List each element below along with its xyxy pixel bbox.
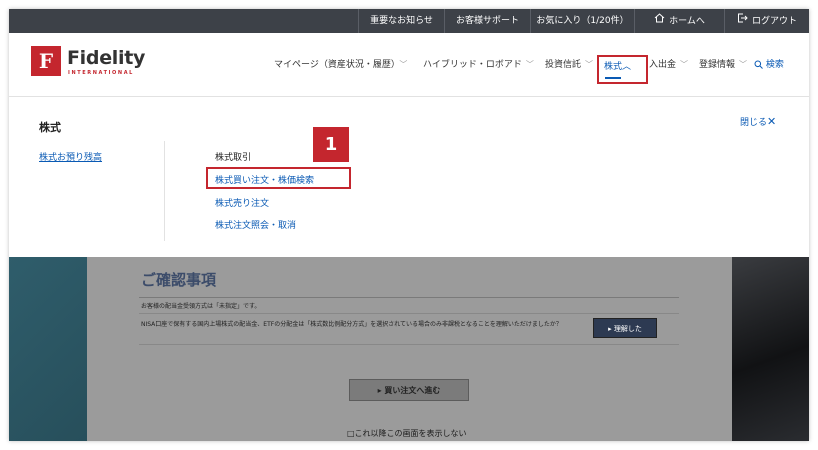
nav-deposit-label: 入出金 [649, 60, 677, 70]
nav-hybrid-label: ハイブリッド・ロボアド [423, 60, 522, 70]
stocks-mega-menu: 株式 閉じる✕ 株式お預り残高 株式取引 株式買い注文・株価検索 株式売り注文 … [9, 97, 809, 257]
chevron-down-icon: ﹀ [585, 60, 594, 69]
dimmed-background: ご確認事項 お客様の配当金受領方式は「未指定」です。 NISA口座で保有する国内… [9, 257, 809, 441]
nav-mypage-label: マイページ（資産状況・履歴） [274, 60, 396, 70]
logo-subtitle: INTERNATIONAL [68, 70, 134, 76]
browser-frame: 重要なお知らせ お客様サポート お気に入り（1/20件） ホームへ ログアウト … [9, 9, 809, 441]
chevron-down-icon: ﹀ [739, 60, 748, 69]
nav-mypage[interactable]: マイページ（資産状況・履歴） ﹀ [274, 33, 407, 97]
background-image-right [732, 257, 809, 441]
stock-order-inquiry-link[interactable]: 株式注文照会・取消 [215, 218, 296, 231]
confirmation-title: ご確認事項 [141, 271, 217, 289]
chevron-up-icon: ︿ [622, 62, 632, 72]
customer-support-link[interactable]: お客様サポート [444, 9, 530, 33]
dont-show-again-checkbox[interactable]: □これ以降この画面を表示しない [347, 428, 467, 439]
logout-link[interactable]: ログアウト [724, 9, 809, 33]
logout-icon [737, 9, 748, 33]
favorites-label: お気に入り（1/20件） [536, 16, 629, 26]
mega-menu-divider [164, 141, 165, 241]
important-notice-label: 重要なお知らせ [370, 16, 433, 26]
target-highlight-box [206, 167, 351, 189]
home-label: ホームへ [669, 16, 705, 27]
nav-deposit-withdraw[interactable]: 入出金 ﹀ [649, 33, 688, 97]
nav-search[interactable]: 検索 [754, 33, 784, 97]
mega-menu-close-button[interactable]: 閉じる✕ [740, 115, 776, 128]
stock-sell-order-link[interactable]: 株式売り注文 [215, 196, 269, 209]
divider [139, 297, 679, 298]
home-link[interactable]: ホームへ [634, 9, 724, 33]
favorites-link[interactable]: お気に入り（1/20件） [530, 9, 634, 33]
important-notice-link[interactable]: 重要なお知らせ [358, 9, 444, 33]
nav-hybrid-roboadvisor[interactable]: ハイブリッド・ロボアド ﹀ [423, 33, 534, 97]
dividend-method-text: お客様の配当金受領方式は「未指定」です。 [141, 303, 261, 310]
close-icon: ✕ [767, 115, 777, 128]
close-label: 閉じる [740, 118, 768, 128]
nav-stocks[interactable]: 株式︿ [604, 57, 631, 77]
logout-label: ログアウト [751, 16, 797, 27]
nav-registration-label: 登録情報 [699, 60, 736, 70]
nav-search-label: 検索 [765, 60, 784, 70]
proceed-to-buy-button[interactable]: ▸ 買い注文へ進む [349, 379, 469, 401]
nav-mutual-funds-label: 投資信託 [545, 60, 582, 70]
home-icon [654, 9, 665, 33]
nav-mutual-funds[interactable]: 投資信託 ﹀ [545, 33, 593, 97]
logo-mark: F [31, 46, 61, 76]
active-underline [605, 77, 621, 79]
nisa-question-text: NISA口座で保有する国内上場株式の配当金、ETFの分配金は「株式数比例配分方式… [141, 321, 562, 328]
understood-label: 理解した [613, 325, 642, 333]
stock-holdings-link[interactable]: 株式お預り残高 [39, 150, 102, 163]
mega-menu-title: 株式 [39, 121, 61, 134]
understood-button[interactable]: ▸ 理解した [593, 318, 657, 338]
customer-support-label: お客様サポート [455, 16, 519, 26]
step-number-badge: 1 [313, 127, 349, 162]
confirmation-sheet: ご確認事項 お客様の配当金受領方式は「未指定」です。 NISA口座で保有する国内… [87, 257, 732, 441]
logo-wordmark: Fidelity [67, 47, 146, 69]
nav-stocks-label: 株式 [604, 62, 623, 72]
top-utility-bar: 重要なお知らせ お客様サポート お気に入り（1/20件） ホームへ ログアウト [9, 9, 809, 33]
stock-trading-heading: 株式取引 [215, 153, 252, 163]
chevron-down-icon: ﹀ [525, 60, 534, 69]
divider [139, 344, 679, 345]
chevron-down-icon: ﹀ [399, 60, 408, 69]
chevron-down-icon: ﹀ [680, 60, 689, 69]
nav-registration[interactable]: 登録情報 ﹀ [699, 33, 747, 97]
search-icon [754, 60, 766, 70]
proceed-label: 買い注文へ進む [384, 386, 441, 395]
divider [139, 313, 679, 314]
site-header: F Fidelity INTERNATIONAL マイページ（資産状況・履歴） ﹀… [9, 33, 809, 97]
